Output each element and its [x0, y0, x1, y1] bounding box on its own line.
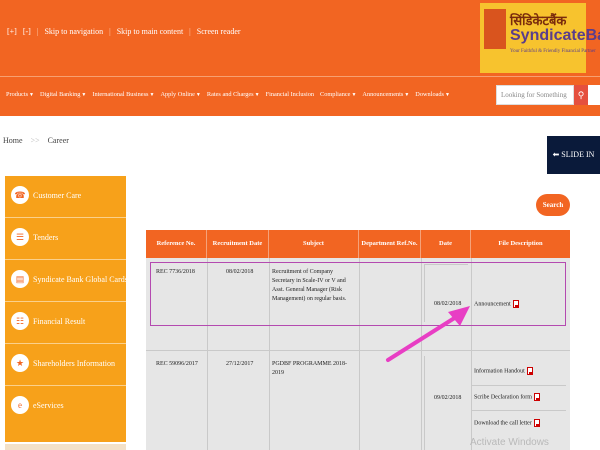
annotation-arrow-icon — [386, 306, 470, 362]
